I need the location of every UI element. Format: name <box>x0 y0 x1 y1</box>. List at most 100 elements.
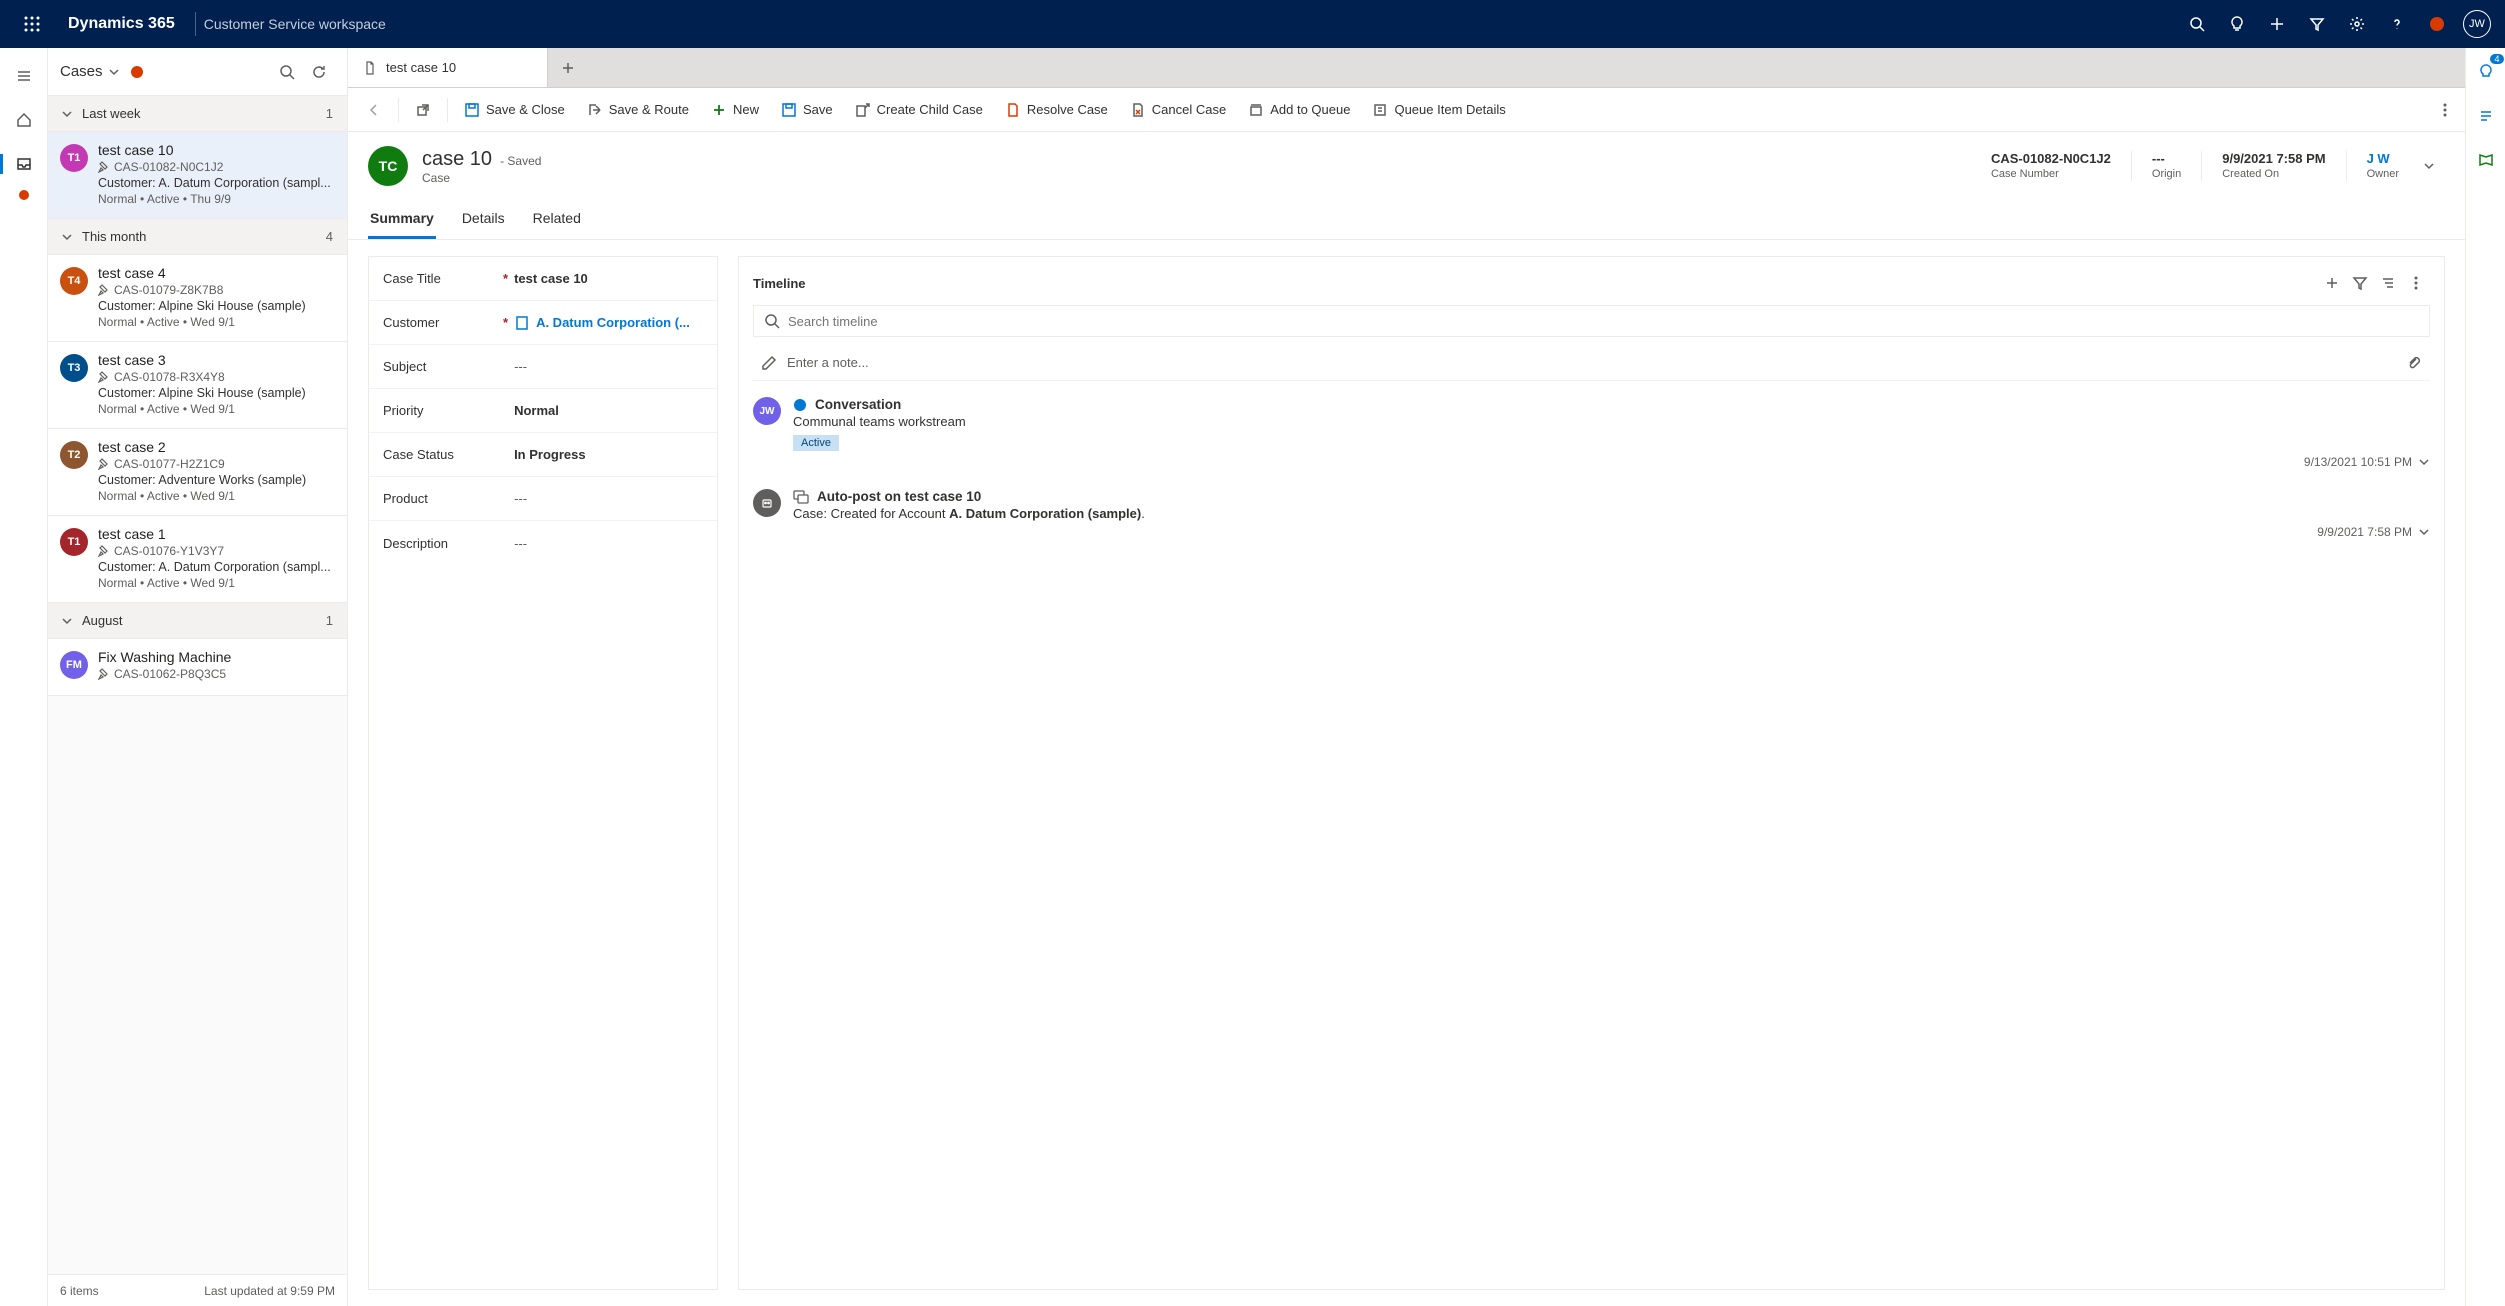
tab-summary[interactable]: Summary <box>368 200 436 239</box>
status-badge: Active <box>793 435 839 451</box>
avatar: JW <box>753 397 781 425</box>
save-close-button[interactable]: Save & Close <box>454 94 575 126</box>
case-title: test case 1 <box>98 526 335 542</box>
timeline-add-button[interactable] <box>2318 269 2346 297</box>
timeline-sort-button[interactable] <box>2374 269 2402 297</box>
case-list-item[interactable]: T4 test case 4 CAS-01079-Z8K7B8 Customer… <box>48 255 347 342</box>
case-list-item[interactable]: T3 test case 3 CAS-01078-R3X4Y8 Customer… <box>48 342 347 429</box>
activity-title: Conversation <box>815 397 901 412</box>
resolve-case-button[interactable]: Resolve Case <box>995 94 1118 126</box>
lightbulb-icon[interactable] <box>2217 0 2257 48</box>
field-case-status[interactable]: Case Status * In Progress <box>369 433 717 477</box>
field-product[interactable]: Product * --- <box>369 477 717 521</box>
smart-assist-button[interactable]: 4 <box>2470 56 2502 88</box>
building-icon <box>514 315 530 331</box>
attachment-icon[interactable] <box>2406 355 2422 371</box>
refresh-button[interactable] <box>303 56 335 88</box>
group-label: This month <box>82 229 146 244</box>
case-number: CAS-01076-Y1V3Y7 <box>98 544 335 558</box>
timeline-title: Timeline <box>753 276 806 291</box>
header-field-origin[interactable]: --- Origin <box>2152 151 2181 180</box>
field-customer[interactable]: Customer * A. Datum Corporation (... <box>369 301 717 345</box>
timeline-item[interactable]: JW Conversation Communal teams workstrea… <box>753 391 2430 483</box>
knowledge-search-button[interactable] <box>2470 144 2502 176</box>
case-list-item[interactable]: FM Fix Washing Machine CAS-01062-P8Q3C5 <box>48 639 347 696</box>
field-case-title[interactable]: Case Title * test case 10 <box>369 257 717 301</box>
case-list-item[interactable]: T1 test case 1 CAS-01076-Y1V3Y7 Customer… <box>48 516 347 603</box>
timeline-search[interactable] <box>753 305 2430 337</box>
tab-related[interactable]: Related <box>531 200 583 239</box>
group-header-thismonth[interactable]: This month 4 <box>48 219 347 255</box>
app-launcher-button[interactable] <box>8 0 56 48</box>
avatar: T1 <box>60 528 88 556</box>
timeline-more-button[interactable] <box>2402 269 2430 297</box>
back-button[interactable] <box>356 94 392 126</box>
timeline-section: Timeline Enter <box>738 256 2445 1290</box>
tab-details[interactable]: Details <box>460 200 507 239</box>
timeline-filter-button[interactable] <box>2346 269 2374 297</box>
inbox-button[interactable] <box>4 144 44 184</box>
avatar <box>753 489 781 517</box>
case-list-scroll[interactable]: Last week 1 T1 test case 10 CAS-01082-N0… <box>48 96 347 1274</box>
add-to-queue-button[interactable]: Add to Queue <box>1238 94 1360 126</box>
left-nav-rail <box>0 48 48 1306</box>
chevron-down-icon <box>62 232 72 242</box>
filter-icon[interactable] <box>2297 0 2337 48</box>
open-in-new-button[interactable] <box>405 94 441 126</box>
create-child-case-button[interactable]: Create Child Case <box>845 94 993 126</box>
group-count: 4 <box>326 229 333 244</box>
group-header-lastweek[interactable]: Last week 1 <box>48 96 347 132</box>
group-header-august[interactable]: August 1 <box>48 603 347 639</box>
settings-icon[interactable] <box>2337 0 2377 48</box>
entity-label: Case <box>422 171 541 185</box>
group-count: 1 <box>326 106 333 121</box>
group-label: Last week <box>82 106 141 121</box>
view-selector[interactable]: Cases <box>60 63 143 80</box>
session-tabstrip: test case 10 <box>348 48 2465 88</box>
case-title: Fix Washing Machine <box>98 649 335 665</box>
queue-item-details-button[interactable]: Queue Item Details <box>1362 94 1515 126</box>
field-priority[interactable]: Priority * Normal <box>369 389 717 433</box>
field-description[interactable]: Description * --- <box>369 521 717 565</box>
timeline-note-input-row[interactable]: Enter a note... <box>753 345 2430 381</box>
save-route-button[interactable]: Save & Route <box>577 94 699 126</box>
case-list-item[interactable]: T2 test case 2 CAS-01077-H2Z1C9 Customer… <box>48 429 347 516</box>
save-button[interactable]: Save <box>771 94 843 126</box>
case-title: test case 10 <box>98 142 335 158</box>
view-name: Cases <box>60 63 103 80</box>
timeline-item[interactable]: Auto-post on test case 10 Case: Created … <box>753 483 2430 553</box>
activity-subtitle: Communal teams workstream <box>793 414 2430 429</box>
more-commands-button[interactable] <box>2433 94 2457 126</box>
expand-header-button[interactable] <box>2413 150 2445 182</box>
workspace-name[interactable]: Customer Service workspace <box>204 16 386 32</box>
avatar: T3 <box>60 354 88 382</box>
user-avatar[interactable]: JW <box>2457 0 2497 48</box>
global-topbar: Dynamics 365 Customer Service workspace … <box>0 0 2505 48</box>
help-icon[interactable] <box>2377 0 2417 48</box>
new-tab-button[interactable] <box>548 48 588 87</box>
home-button[interactable] <box>4 100 44 140</box>
field-subject[interactable]: Subject * --- <box>369 345 717 389</box>
agent-script-button[interactable] <box>2470 100 2502 132</box>
chevron-down-icon <box>62 616 72 626</box>
item-count: 6 items <box>60 1284 99 1298</box>
search-list-button[interactable] <box>271 56 303 88</box>
topbar-divider <box>195 12 196 36</box>
case-meta: Normal • Active • Thu 9/9 <box>98 192 335 206</box>
form-tabs: Summary Details Related <box>348 200 2465 240</box>
chevron-down-icon[interactable] <box>2418 456 2430 468</box>
hamburger-menu-button[interactable] <box>4 56 44 96</box>
add-icon[interactable] <box>2257 0 2297 48</box>
header-field-created-on[interactable]: 9/9/2021 7:58 PM Created On <box>2222 151 2325 180</box>
main-pane: test case 10 Save & Close Save & Route N… <box>348 48 2505 1306</box>
header-field-case-number[interactable]: CAS-01082-N0C1J2 Case Number <box>1991 151 2111 180</box>
chevron-down-icon[interactable] <box>2418 526 2430 538</box>
new-button[interactable]: New <box>701 94 769 126</box>
search-icon[interactable] <box>2177 0 2217 48</box>
presence-indicator[interactable] <box>2417 0 2457 48</box>
case-list-item[interactable]: T1 test case 10 CAS-01082-N0C1J2 Custome… <box>48 132 347 219</box>
cancel-case-button[interactable]: Cancel Case <box>1120 94 1236 126</box>
timeline-search-input[interactable] <box>788 314 2419 329</box>
session-tab[interactable]: test case 10 <box>348 48 548 87</box>
header-field-owner[interactable]: J W Owner <box>2367 151 2399 180</box>
